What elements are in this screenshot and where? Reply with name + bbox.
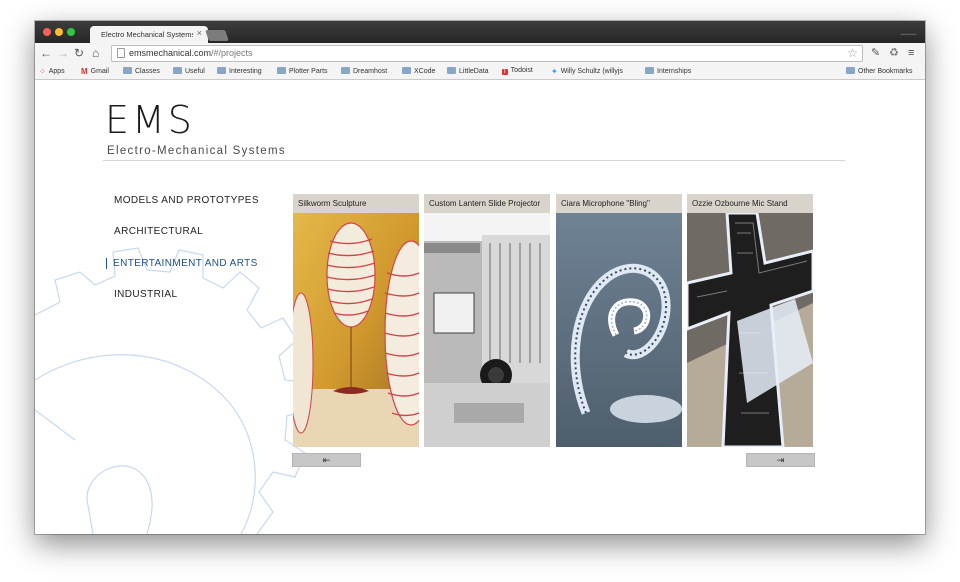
bookmark-plotter-parts[interactable]: Plotter Parts [277,67,328,75]
browser-window: Electro Mechanical Systems × ⸺ ← → ↻ ⌂ e… [35,21,925,534]
twitter-icon: ✦ [551,67,558,76]
bookmark-other[interactable]: Other Bookmarks [846,67,912,75]
next-page-button[interactable]: ⇥ [746,453,815,467]
bookmark-apps[interactable]: ⁘ Apps [39,67,65,76]
folder-icon [277,67,286,74]
bookmark-classes[interactable]: Classes [123,67,160,75]
bookmark-interesting[interactable]: Interesting [217,67,262,75]
project-card-title: Custom Lantern Slide Projector [429,199,541,208]
ciara-microphone-image [556,213,682,447]
forward-arrow-icon[interactable]: → [57,46,69,60]
project-card-title: Silkworm Sculpture [298,199,367,208]
bookmark-dreamhost[interactable]: Dreamhost [341,67,387,75]
previous-page-button[interactable]: ⇤ [292,453,361,467]
bookmark-internships[interactable]: Internships [645,67,691,75]
bookmarks-bar: ⁘ Apps M Gmail Classes Useful Interesting … [35,64,925,80]
ozzie-mic-stand-image [687,213,813,447]
project-card-lantern-slide-projector[interactable]: Custom Lantern Slide Projector [424,194,550,447]
bookmark-twitter[interactable]: ✦ Willy Schultz (willyjs [551,67,635,76]
category-entertainment-and-arts[interactable]: ENTERTAINMENT AND ARTS [106,258,258,269]
browser-tab[interactable]: Electro Mechanical Systems × [90,26,208,43]
bookmark-star-icon[interactable]: ☆ [847,46,858,60]
project-card-header: Ciara Microphone "Bling" [556,194,682,213]
project-card-header: Silkworm Sculpture [293,194,419,213]
project-card-title: Ciara Microphone "Bling" [561,199,650,208]
back-arrow-icon[interactable]: ← [40,46,52,60]
url-text[interactable]: emsmechanical.com/#/projects [129,48,253,58]
tab-title: Electro Mechanical Systems [101,30,193,39]
address-bar[interactable]: emsmechanical.com/#/projects ☆ [111,45,863,62]
category-industrial[interactable]: INDUSTRIAL [106,289,177,300]
bookmark-useful[interactable]: Useful [173,67,205,75]
folder-icon [341,67,350,74]
folder-icon [846,67,855,74]
tab-close-icon[interactable]: × [197,28,202,38]
browser-toolbar: ← → ↻ ⌂ emsmechanical.com/#/projects ☆ ✎… [35,43,925,64]
page-icon [117,48,125,58]
site-logo[interactable]: EMS [105,98,195,142]
bookmark-todoist[interactable]: T Todoist [502,67,533,75]
user-profile-icon[interactable]: ⸺ [900,25,917,40]
category-architectural[interactable]: ARCHITECTURAL [106,226,203,237]
menu-icon[interactable]: ≡ [908,46,914,60]
project-card-title: Ozzie Ozbourne Mic Stand [692,199,788,208]
extension-recycle-icon[interactable]: ♻ [889,46,899,60]
extension-tools-icon[interactable]: ✎ [871,46,880,60]
minimize-window-button[interactable] [55,28,63,36]
project-card-header: Custom Lantern Slide Projector [424,194,550,213]
folder-icon [123,67,132,74]
project-card-header: Ozzie Ozbourne Mic Stand [687,194,813,213]
page-content: EMS Electro-Mechanical Systems MODELS AN… [35,80,925,534]
project-card-ozzie-mic-stand[interactable]: Ozzie Ozbourne Mic Stand [687,194,813,447]
reload-icon[interactable]: ↻ [74,46,84,60]
todoist-icon: T [502,69,508,75]
silkworm-sculpture-image [293,213,419,447]
maximize-window-button[interactable] [67,28,75,36]
title-bar: Electro Mechanical Systems × ⸺ [35,21,925,43]
apps-grid-icon: ⁘ [39,67,46,76]
folder-icon [402,67,411,74]
site-tagline: Electro-Mechanical Systems [107,145,286,157]
folder-icon [645,67,654,74]
lantern-projector-image [424,213,550,447]
new-tab-button[interactable] [205,30,229,41]
home-icon[interactable]: ⌂ [92,46,99,60]
header-divider [103,160,845,161]
gmail-icon: M [81,67,88,76]
folder-icon [217,67,226,74]
bookmark-gmail[interactable]: M Gmail [81,67,109,76]
folder-icon [447,67,456,74]
project-card-ciara-microphone[interactable]: Ciara Microphone "Bling" [556,194,682,447]
bookmark-littledata[interactable]: LittleData [447,67,489,75]
bookmark-xcode[interactable]: XCode [402,67,435,75]
project-card-silkworm-sculpture[interactable]: Silkworm Sculpture [293,194,419,447]
category-models-and-prototypes[interactable]: MODELS AND PROTOTYPES [106,195,259,206]
folder-icon [173,67,182,74]
close-window-button[interactable] [43,28,51,36]
